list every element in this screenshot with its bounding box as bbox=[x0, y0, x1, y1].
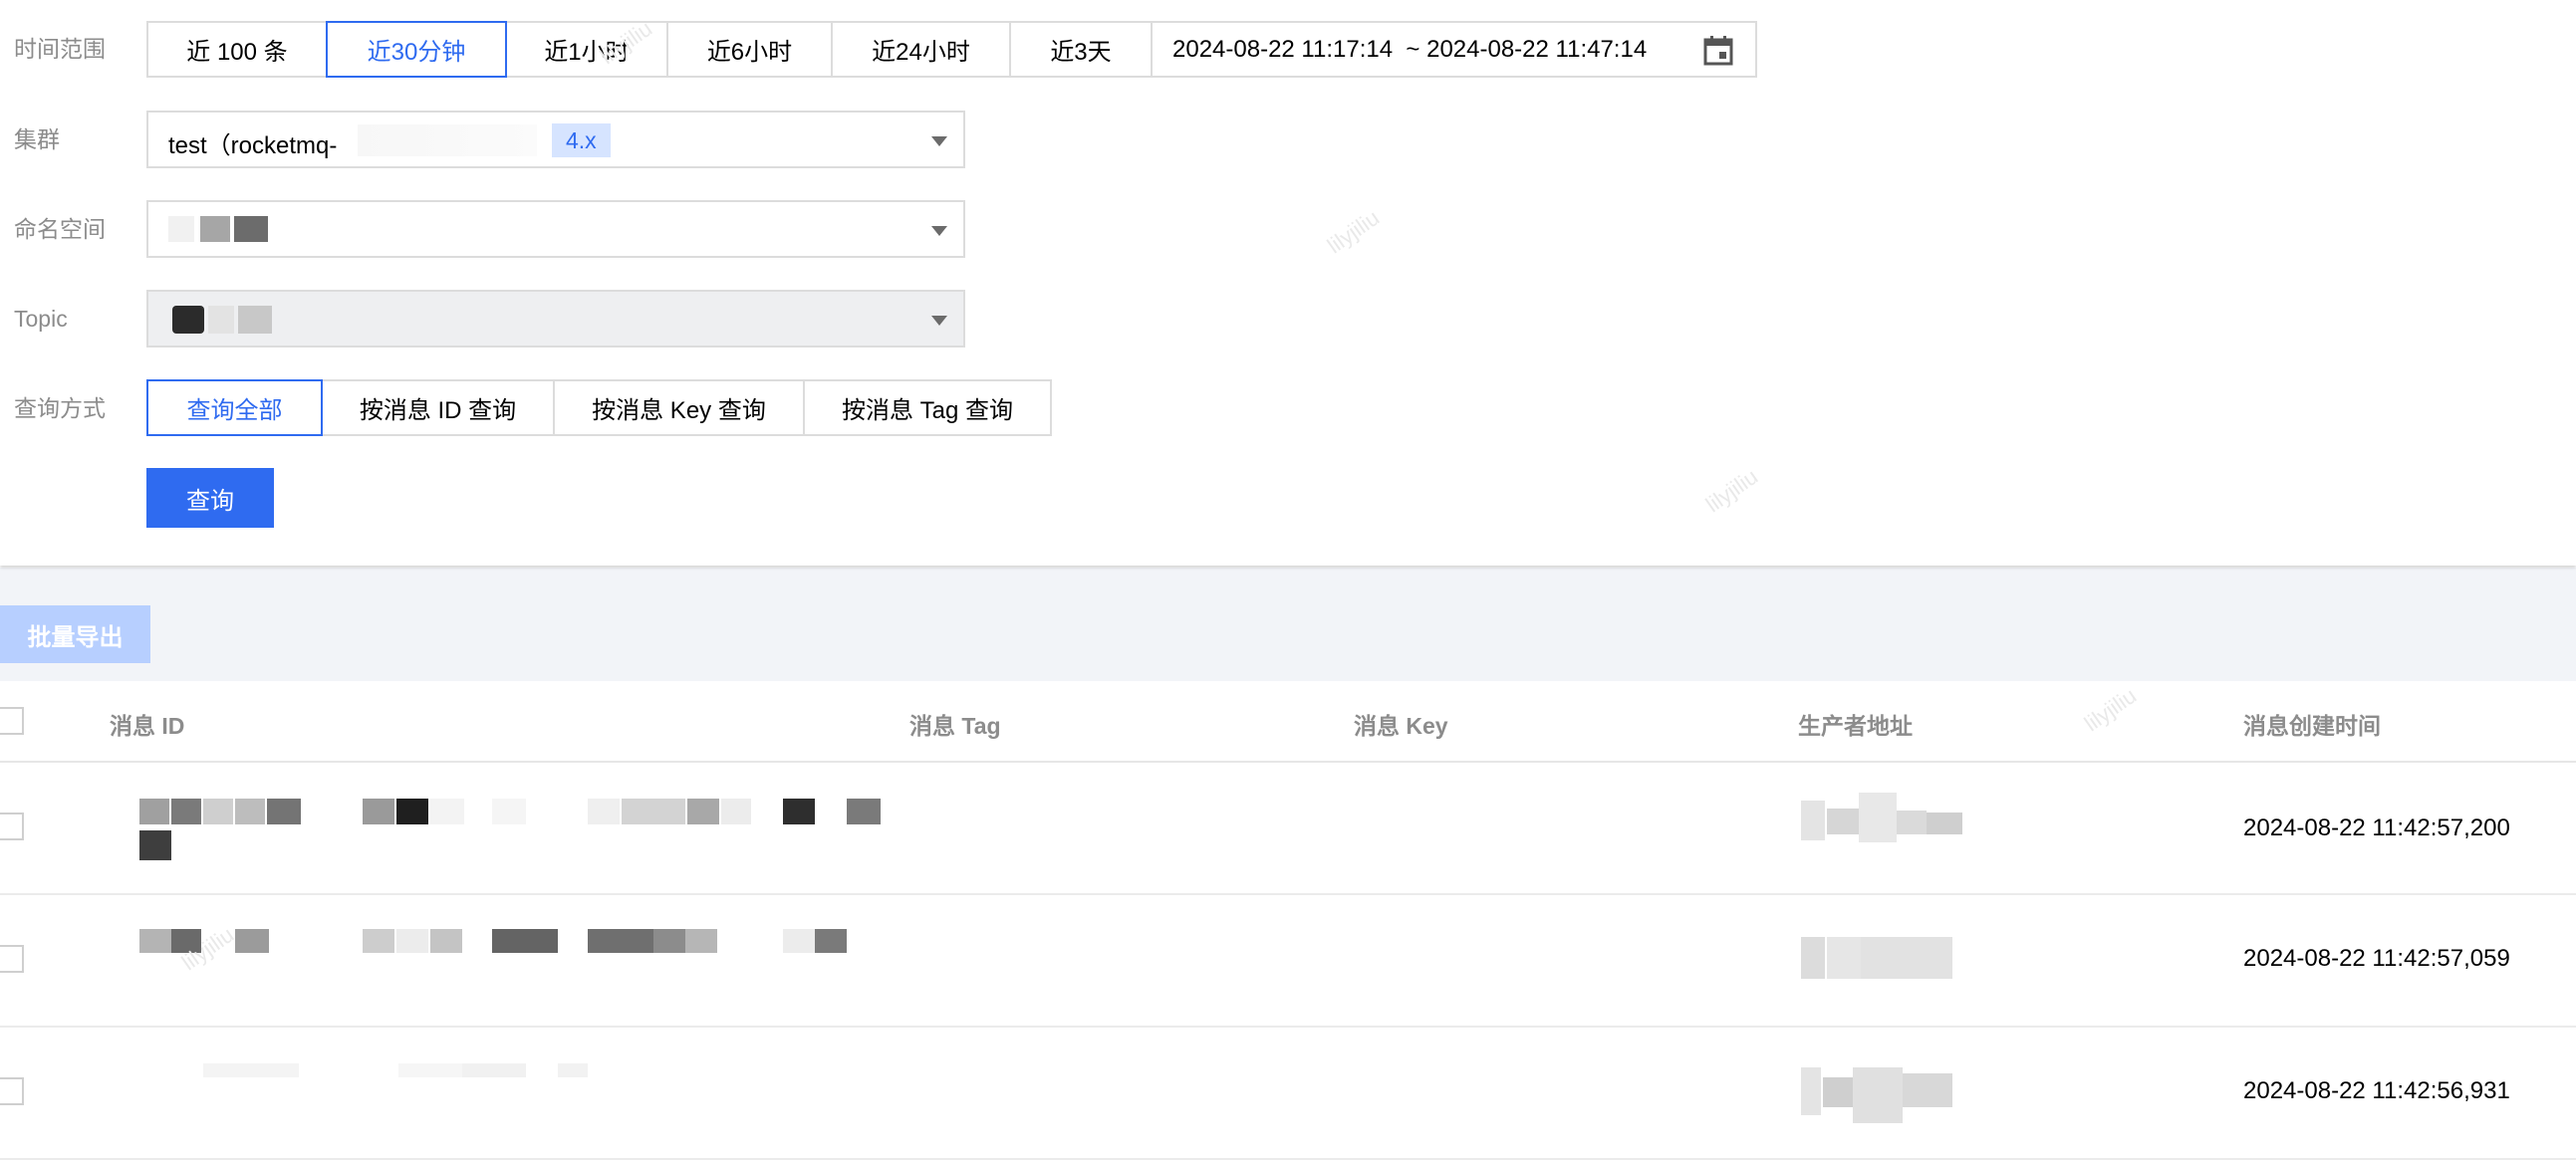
table-toolbar bbox=[0, 568, 2576, 681]
cluster-value: test（rocketmq- bbox=[168, 132, 338, 159]
redacted-message-id bbox=[139, 799, 169, 824]
query-mode-group: 查询全部 按消息 ID 查询 按消息 Key 查询 按消息 Tag 查询 bbox=[146, 379, 1052, 436]
time-range-label: 时间范围 bbox=[14, 36, 106, 62]
redacted-topic bbox=[172, 306, 204, 334]
table-row[interactable]: 2024-08-22 11:42:57,059 bbox=[0, 895, 2576, 1028]
redacted-cluster-id bbox=[358, 124, 537, 156]
calendar-icon[interactable] bbox=[1703, 35, 1733, 66]
column-created-time: 消息创建时间 bbox=[2243, 713, 2381, 739]
chevron-down-icon bbox=[931, 136, 947, 146]
created-time: 2024-08-22 11:42:57,059 bbox=[2243, 945, 2510, 972]
version-tag: 4.x bbox=[552, 123, 611, 157]
cluster-label: 集群 bbox=[14, 126, 60, 152]
query-form: 时间范围 近 100 条 近30分钟 近1小时 近6小时 近24小时 近3天 2… bbox=[0, 0, 2576, 566]
time-option-24h[interactable]: 近24小时 bbox=[831, 21, 1011, 78]
column-producer-address: 生产者地址 bbox=[1798, 713, 1913, 739]
chevron-down-icon bbox=[931, 226, 947, 236]
batch-export-button[interactable]: 批量导出 bbox=[0, 605, 150, 663]
message-table: 消息 ID 消息 Tag 消息 Key 生产者地址 消息创建时间 2024-08… bbox=[0, 681, 2576, 1160]
topic-select[interactable] bbox=[146, 290, 965, 348]
date-range-picker[interactable]: 2024-08-22 11:17:14 ~ 2024-08-22 11:47:1… bbox=[1151, 21, 1757, 78]
time-option-1h[interactable]: 近1小时 bbox=[505, 21, 668, 78]
cluster-select[interactable]: test（rocketmq- 4.x bbox=[146, 111, 965, 168]
row-checkbox[interactable] bbox=[0, 945, 24, 973]
redacted-namespace bbox=[168, 216, 194, 242]
column-message-id: 消息 ID bbox=[110, 713, 185, 739]
time-range-group: 近 100 条 近30分钟 近1小时 近6小时 近24小时 近3天 2024-0… bbox=[146, 21, 1757, 78]
namespace-select[interactable] bbox=[146, 200, 965, 258]
namespace-label: 命名空间 bbox=[14, 216, 106, 242]
query-by-id-option[interactable]: 按消息 ID 查询 bbox=[321, 379, 555, 436]
time-option-3d[interactable]: 近3天 bbox=[1009, 21, 1153, 78]
created-time: 2024-08-22 11:42:57,200 bbox=[2243, 814, 2510, 841]
query-mode-label: 查询方式 bbox=[14, 395, 106, 421]
row-checkbox[interactable] bbox=[0, 813, 24, 840]
column-message-key: 消息 Key bbox=[1354, 713, 1448, 739]
redacted-producer-address bbox=[1801, 937, 1825, 979]
topic-label: Topic bbox=[14, 306, 68, 332]
table-row[interactable]: 2024-08-22 11:42:57,200 bbox=[0, 763, 2576, 895]
chevron-down-icon bbox=[931, 316, 947, 326]
time-option-30min[interactable]: 近30分钟 bbox=[326, 21, 507, 78]
redacted-producer-address bbox=[1801, 1067, 1821, 1115]
created-time: 2024-08-22 11:42:56,931 bbox=[2243, 1077, 2510, 1104]
redacted-message-id bbox=[139, 929, 171, 953]
redacted-producer-address bbox=[1801, 801, 1825, 840]
query-button[interactable]: 查询 bbox=[146, 468, 274, 528]
table-row[interactable]: 2024-08-22 11:42:56,931 bbox=[0, 1028, 2576, 1160]
time-option-recent-100[interactable]: 近 100 条 bbox=[146, 21, 328, 78]
query-all-option[interactable]: 查询全部 bbox=[146, 379, 323, 436]
redacted-message-id bbox=[203, 1063, 299, 1077]
date-range-text: 2024-08-22 11:17:14 ~ 2024-08-22 11:47:1… bbox=[1172, 35, 1648, 63]
time-option-6h[interactable]: 近6小时 bbox=[666, 21, 833, 78]
query-by-key-option[interactable]: 按消息 Key 查询 bbox=[553, 379, 805, 436]
column-message-tag: 消息 Tag bbox=[909, 713, 1001, 739]
row-checkbox[interactable] bbox=[0, 1077, 24, 1105]
table-header: 消息 ID 消息 Tag 消息 Key 生产者地址 消息创建时间 bbox=[0, 681, 2576, 763]
select-all-checkbox[interactable] bbox=[0, 707, 24, 735]
query-by-tag-option[interactable]: 按消息 Tag 查询 bbox=[803, 379, 1052, 436]
